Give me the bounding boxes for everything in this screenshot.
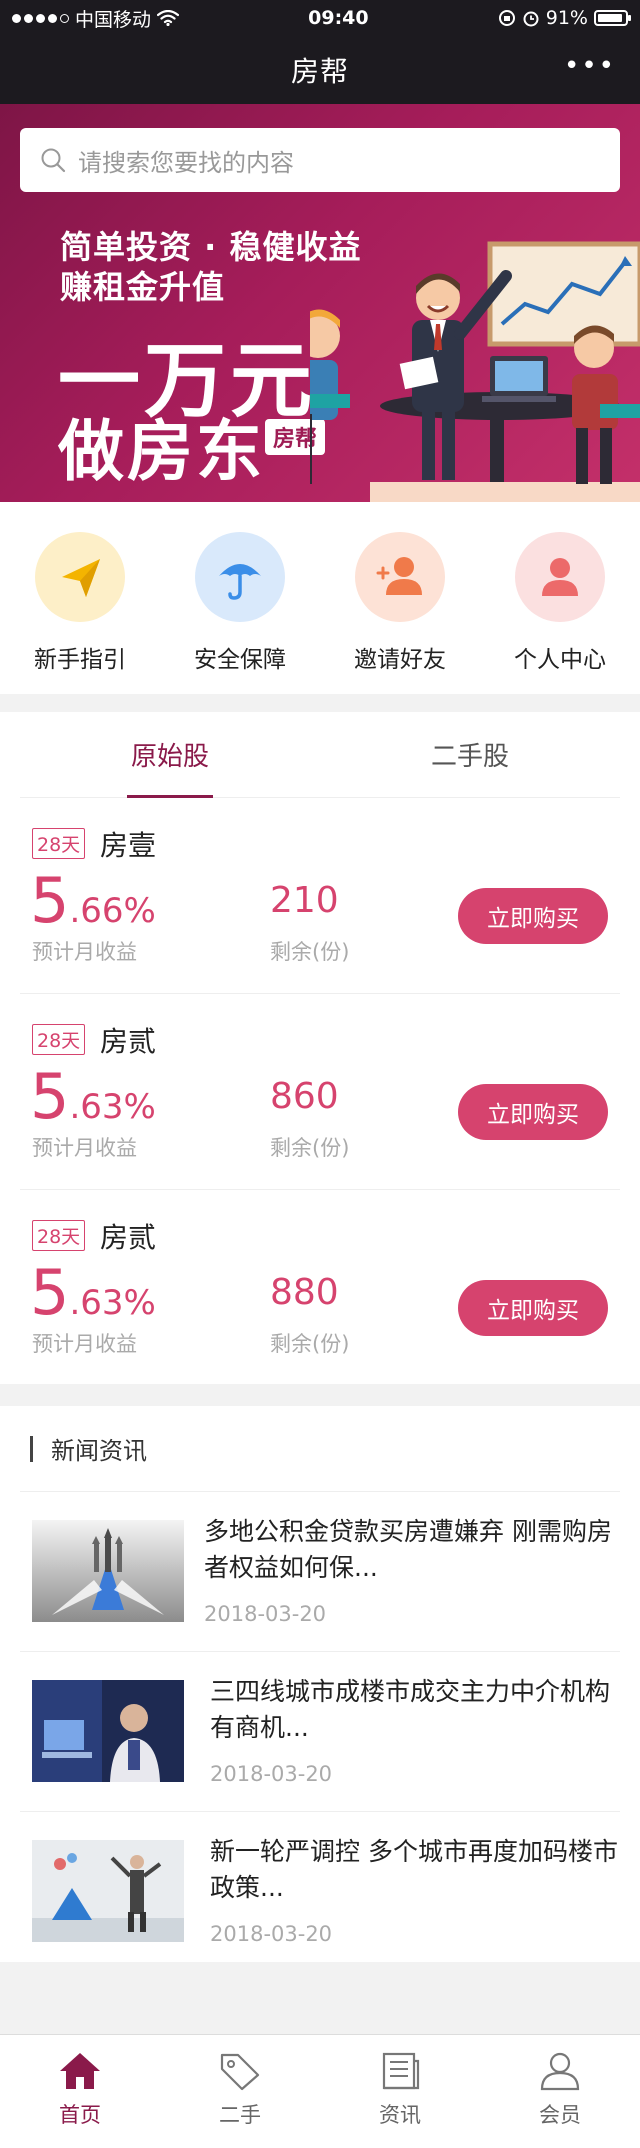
banner-slogan-2: 赚租金升值 [60,268,226,306]
news-heading: 新闻资讯 [51,1437,147,1465]
news-item[interactable]: 三四线城市成楼市成交主力中介机构有商机... 2018-03-20 [20,1652,620,1812]
remaining-label: 剩余(份) [270,940,350,964]
business-meeting-illustration [310,241,640,502]
product-row[interactable]: 28天 房贰 5.63% 预计月收益 860 剩余(份) 立即购买 [20,994,620,1190]
product-row[interactable]: 28天 房贰 5.63% 预计月收益 880 剩余(份) 立即购买 [20,1190,620,1386]
buy-now-button[interactable]: 立即购买 [458,1280,608,1336]
quick-entry-label: 个人中心 [514,647,606,673]
umbrella-icon [195,532,285,622]
yield-fraction: .63% [69,1283,156,1323]
monthly-yield: 5.63% [30,1066,156,1128]
product-section: 原始股 二手股 28天 房壹 5.66% 预计月收益 210 剩余(份) 立即购… [0,712,640,1384]
news-thumbnail [32,1840,184,1942]
tab-home[interactable]: 首页 [0,2035,160,2148]
tab-label: 资讯 [379,2103,421,2127]
search-placeholder: 请搜索您要找的内容 [78,148,294,177]
news-item[interactable]: 新一轮严调控 多个城市再度加码楼市政策... 2018-03-20 [20,1812,620,1972]
term-badge: 28天 [32,1220,86,1251]
news-header: 新闻资讯 [20,1406,620,1492]
news-thumbnail [32,1680,184,1782]
paper-plane-icon [35,532,125,622]
orientation-lock-icon [498,10,515,26]
product-name: 房壹 [100,829,157,862]
user-icon [515,532,605,622]
tab-original-shares[interactable]: 原始股 [20,712,320,797]
quick-entry-label: 安全保障 [194,647,286,673]
remaining-shares: 860 [270,1076,339,1117]
member-icon [540,2052,580,2091]
buy-now-button[interactable]: 立即购买 [458,888,608,944]
monthly-yield: 5.63% [30,1262,156,1324]
yield-integer: 5 [30,864,70,937]
search-icon [41,148,66,173]
buy-now-button[interactable]: 立即购买 [458,1084,608,1140]
tab-member[interactable]: 会员 [480,2035,640,2148]
quick-entry-label: 新手指引 [34,647,126,673]
tab-secondhand[interactable]: 二手 [160,2035,320,2148]
quick-entry-invite[interactable]: 邀请好友 [320,502,480,694]
wifi-icon [157,10,180,26]
quick-entry-profile[interactable]: 个人中心 [480,502,640,694]
quick-entry-security[interactable]: 安全保障 [160,502,320,694]
nav-bar: 房帮 ••• [0,36,640,104]
yield-integer: 5 [30,1256,70,1329]
more-icon[interactable]: ••• [564,53,616,79]
news-title: 新一轮严调控 多个城市再度加码楼市政策... [210,1837,618,1902]
add-user-icon [355,532,445,622]
clock: 09:40 [308,7,369,29]
battery-icon [593,10,631,26]
remaining-label: 剩余(份) [270,1332,350,1356]
product-tabs: 原始股 二手股 [20,712,620,798]
tab-secondhand-shares[interactable]: 二手股 [320,712,620,797]
page-title: 房帮 [290,55,349,88]
banner-headline-2: 做房东 [58,413,265,490]
carrier-label: 中国移动 [75,8,152,31]
yield-label: 预计月收益 [32,940,137,964]
home-icon [60,2053,100,2089]
tab-label: 会员 [539,2103,581,2127]
search-box[interactable]: 请搜索您要找的内容 [20,128,620,192]
product-name: 房贰 [100,1221,157,1254]
yield-fraction: .66% [69,891,156,931]
product-name: 房贰 [100,1025,157,1058]
battery-percent: 91% [545,7,588,29]
bottom-tab-bar: 首页 二手 资讯 会员 [0,2034,640,2148]
remaining-shares: 880 [270,1272,339,1313]
quick-entry-label: 邀请好友 [354,647,446,673]
yield-integer: 5 [30,1060,70,1133]
quick-entry-grid: 新手指引 安全保障 邀请好友 个人中心 [0,502,640,694]
promo-banner[interactable]: 请搜索您要找的内容 简单投资 · 稳健收益 赚租金升值 一万元 做房东 房帮 [0,104,640,502]
news-icon [382,2052,420,2090]
remaining-shares: 210 [270,880,339,921]
news-title: 多地公积金贷款买房遭嫌弃 刚需购房者权益如何保... [204,1517,612,1582]
product-row[interactable]: 28天 房壹 5.66% 预计月收益 210 剩余(份) 立即购买 [20,798,620,994]
news-section: 新闻资讯 多地公积金贷款买房遭嫌弃 刚需购房者权益如何保... 2018-03-… [0,1406,640,1962]
tab-label: 二手 [219,2103,261,2127]
signal-icon [12,13,69,23]
yield-label: 预计月收益 [32,1136,137,1160]
yield-fraction: .63% [69,1087,156,1127]
news-date: 2018-03-20 [210,1922,333,1946]
remaining-label: 剩余(份) [270,1136,350,1160]
news-date: 2018-03-20 [204,1602,327,1626]
news-date: 2018-03-20 [210,1762,333,1786]
alarm-icon [523,11,539,27]
news-thumbnail [32,1520,184,1622]
status-bar: 中国移动 09:40 91% [0,0,640,36]
monthly-yield: 5.66% [30,870,156,932]
term-badge: 28天 [32,828,86,859]
news-title: 三四线城市成楼市成交主力中介机构有商机... [210,1677,611,1742]
term-badge: 28天 [32,1024,86,1055]
section-marker [30,1435,33,1462]
yield-label: 预计月收益 [32,1332,137,1356]
tab-news[interactable]: 资讯 [320,2035,480,2148]
tab-label: 首页 [59,2103,101,2127]
tag-icon [220,2053,260,2091]
top-bar: 中国移动 09:40 91% 房帮 ••• [0,0,640,104]
news-item[interactable]: 多地公积金贷款买房遭嫌弃 刚需购房者权益如何保... 2018-03-20 [20,1492,620,1652]
quick-entry-guide[interactable]: 新手指引 [0,502,160,694]
